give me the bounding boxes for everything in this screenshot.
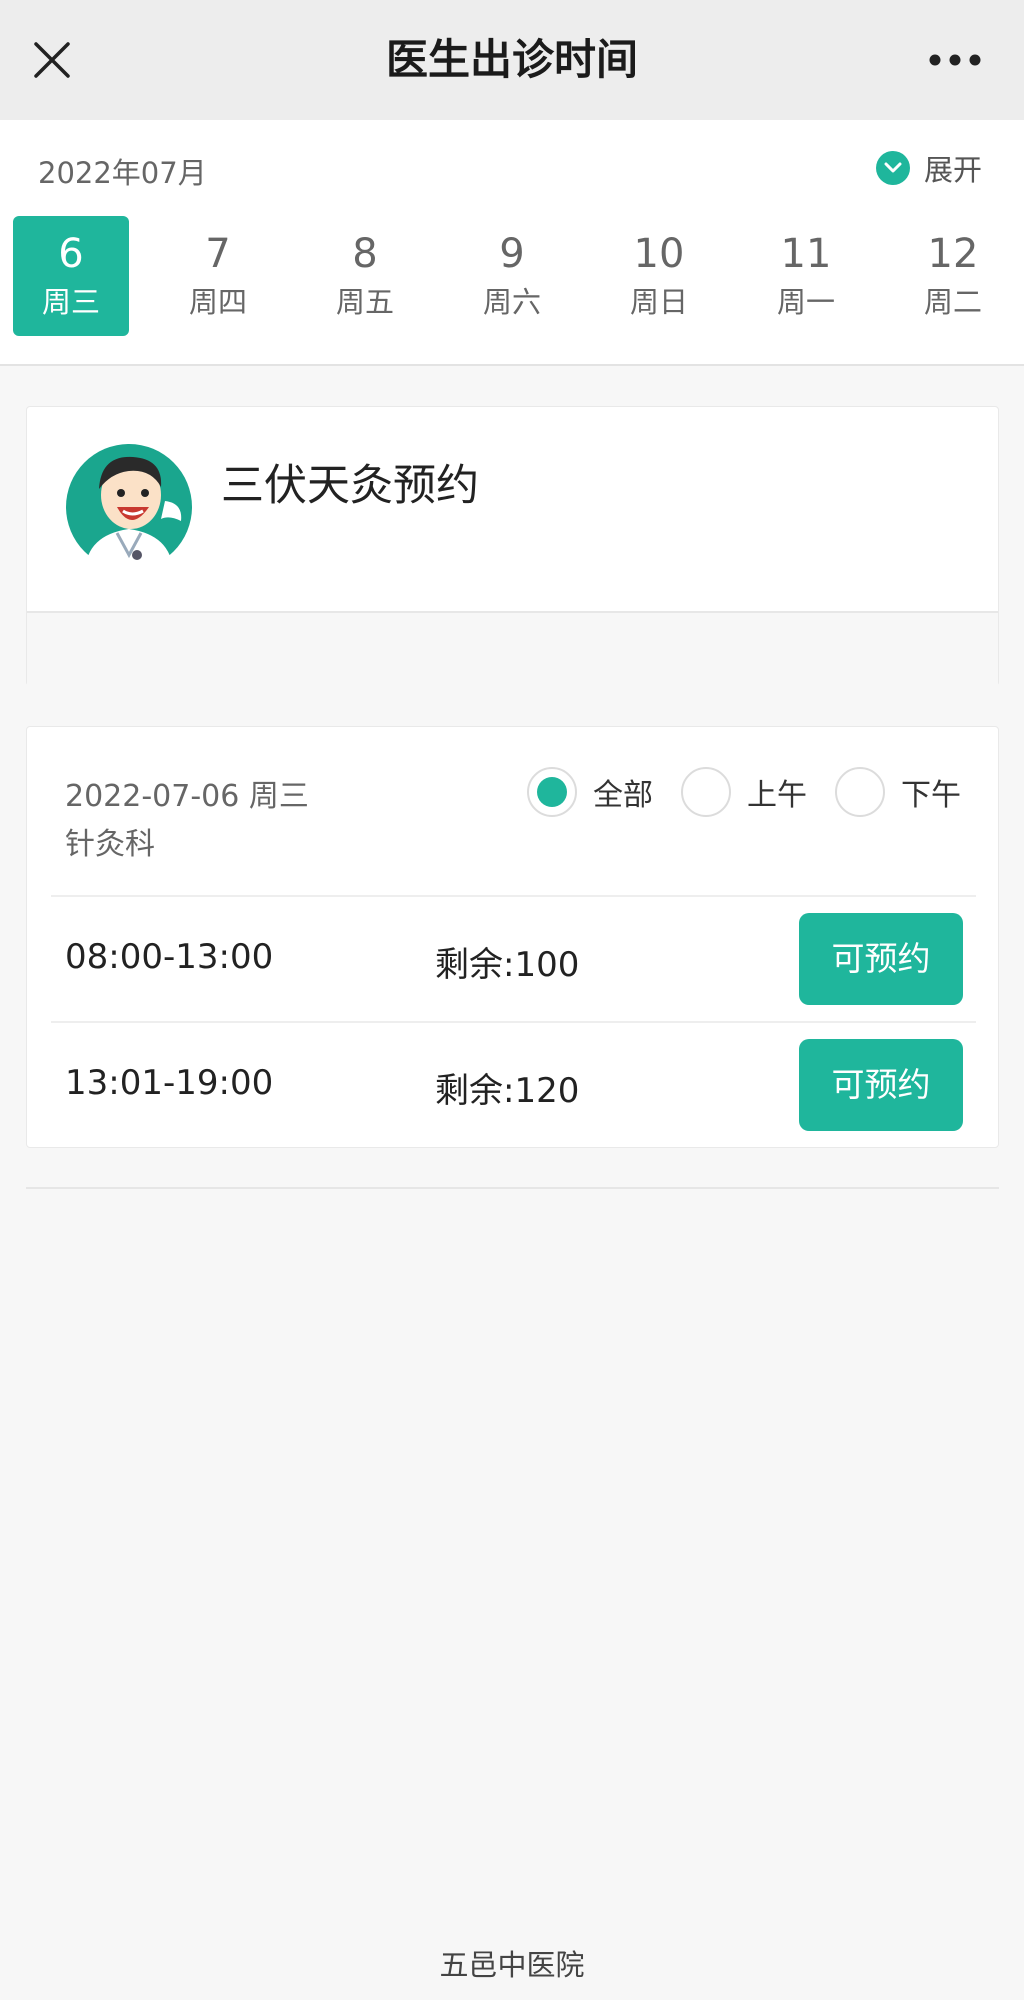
date-selector: 2022年07月 展开 6 周三 7 周四 8 周五 9 周六 10 周日 11…: [0, 120, 1024, 366]
slot-time: 13:01-19:00: [65, 1063, 274, 1103]
day-number: 9: [499, 231, 525, 277]
day-number: 10: [633, 231, 685, 277]
day-weekday: 周三: [41, 285, 100, 319]
chevron-down-icon: [876, 151, 910, 185]
expand-button[interactable]: 展开: [876, 146, 982, 190]
page-title: 医生出诊时间: [385, 35, 638, 84]
more-button[interactable]: [920, 38, 990, 82]
book-button[interactable]: 可预约: [799, 913, 963, 1005]
day-item-9[interactable]: 9 周六: [454, 216, 570, 336]
day-item-12[interactable]: 12 周二: [895, 216, 1011, 336]
day-weekday: 周五: [335, 285, 394, 319]
day-number: 7: [205, 231, 231, 277]
filter-morning-radio[interactable]: 上午: [681, 767, 807, 817]
service-title: 三伏天灸预约: [221, 461, 479, 511]
day-weekday: 周四: [188, 285, 247, 319]
slot-remaining: 剩余:100: [435, 945, 580, 985]
department-label: 针灸科: [65, 827, 155, 862]
day-item-7[interactable]: 7 周四: [160, 216, 276, 336]
filter-all-radio[interactable]: 全部: [527, 767, 653, 817]
doctor-card: 三伏天灸预约: [26, 406, 999, 686]
day-weekday: 周日: [629, 285, 688, 319]
slot-time: 08:00-13:00: [65, 937, 274, 977]
day-number: 6: [58, 231, 84, 277]
hospital-name: 五邑中医院: [439, 1948, 585, 1982]
schedule-card: 2022-07-06 周三 针灸科 全部 上午 下午 08:00-13:00 剩…: [26, 726, 999, 1148]
day-number: 12: [927, 231, 979, 277]
month-label: 2022年07月: [38, 156, 207, 190]
expand-label: 展开: [924, 153, 983, 187]
divider: [26, 1187, 999, 1189]
day-number: 8: [352, 231, 378, 277]
day-weekday: 周二: [923, 285, 982, 319]
filter-label: 全部: [593, 778, 653, 813]
filter-label: 上午: [747, 778, 807, 813]
schedule-date: 2022-07-06 周三: [65, 779, 309, 814]
day-item-11[interactable]: 11 周一: [748, 216, 864, 336]
day-number: 11: [780, 231, 832, 277]
book-button[interactable]: 可预约: [799, 1039, 963, 1131]
day-weekday: 周六: [482, 285, 541, 319]
filter-afternoon-radio[interactable]: 下午: [835, 767, 961, 817]
divider: [51, 1021, 976, 1023]
doctor-avatar: [66, 444, 192, 571]
card-footer-area: [27, 611, 998, 686]
day-item-8[interactable]: 8 周五: [307, 216, 423, 336]
divider: [51, 895, 976, 897]
day-item-10[interactable]: 10 周日: [601, 216, 717, 336]
day-strip: 6 周三 7 周四 8 周五 9 周六 10 周日 11 周一 12 周二: [0, 216, 1024, 336]
radio-unchecked-icon: [681, 767, 731, 817]
radio-unchecked-icon: [835, 767, 885, 817]
top-bar: 医生出诊时间: [0, 0, 1024, 120]
day-item-6[interactable]: 6 周三: [13, 216, 129, 336]
slot-remaining: 剩余:120: [435, 1071, 580, 1111]
radio-checked-icon: [527, 767, 577, 817]
more-icon: [929, 54, 981, 66]
day-weekday: 周一: [776, 285, 835, 319]
filter-label: 下午: [901, 778, 961, 813]
